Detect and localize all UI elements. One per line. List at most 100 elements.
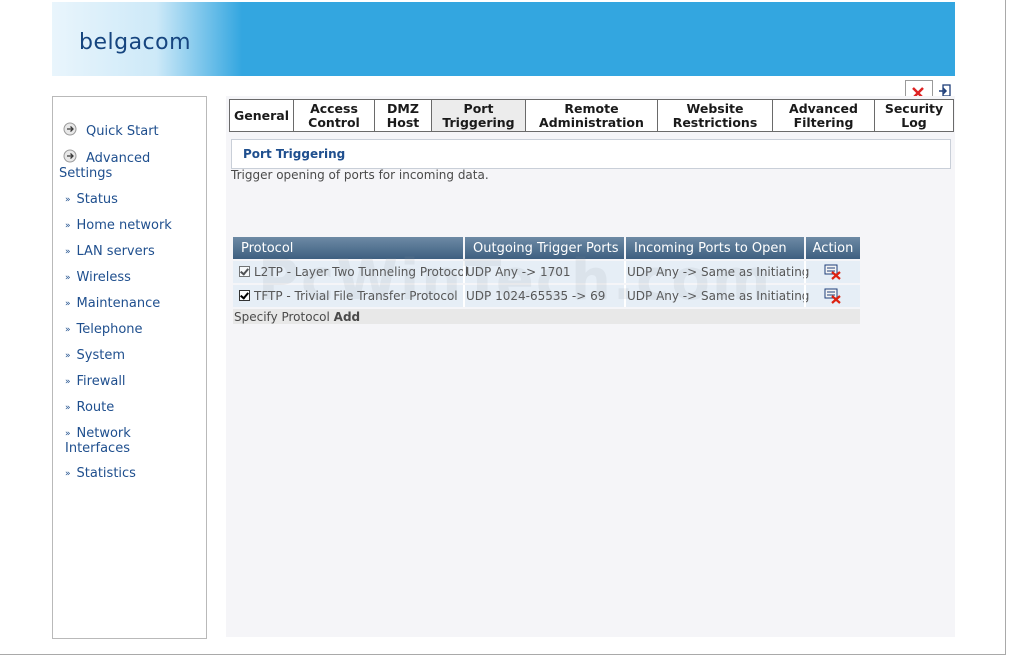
tab-general[interactable]: General: [230, 100, 294, 131]
sidebar-item-statistics[interactable]: » Statistics: [65, 466, 136, 481]
tab-access-control[interactable]: Access Control: [294, 100, 375, 131]
sidebar-quick-start[interactable]: Quick Start: [59, 122, 159, 139]
sidebar-item-label: Wireless: [76, 270, 131, 285]
specify-protocol-label: Specify Protocol: [234, 310, 330, 324]
sidebar-item-wireless[interactable]: » Wireless: [65, 270, 131, 285]
row-incoming: UDP Any -> Same as Initiating: [627, 289, 810, 303]
tab-label: Remote: [564, 100, 619, 116]
column-header-outgoing: Outgoing Trigger Ports: [465, 237, 624, 259]
column-header-label: Incoming Ports to Open: [634, 240, 787, 256]
column-divider: [804, 285, 806, 307]
circle-arrow-icon: [63, 149, 77, 163]
sidebar-item-label: Statistics: [76, 466, 136, 481]
tab-label: Triggering: [442, 114, 515, 130]
delete-row-icon[interactable]: [824, 288, 842, 304]
sidebar-item-label: Telephone: [76, 322, 143, 337]
double-chevron-icon: »: [65, 273, 71, 283]
header-banner: belgacom: [52, 2, 955, 76]
sidebar-item-firewall[interactable]: » Firewall: [65, 374, 126, 389]
tab-label: Website: [686, 100, 744, 116]
double-chevron-icon: »: [65, 469, 71, 479]
row-outgoing: UDP 1024-65535 -> 69: [466, 289, 606, 303]
column-divider: [624, 261, 626, 283]
sidebar-item-label: Interfaces: [65, 441, 130, 456]
double-chevron-icon: »: [65, 377, 71, 387]
row-protocol: L2TP - Layer Two Tunneling Protocol: [254, 265, 469, 279]
row-incoming: UDP Any -> Same as Initiating: [627, 265, 810, 279]
column-header-protocol: Protocol: [233, 237, 463, 259]
sidebar-item-label: Firewall: [76, 374, 126, 389]
sidebar-item-label: Home network: [76, 218, 172, 233]
row-outgoing: UDP Any -> 1701: [466, 265, 571, 279]
table-row: L2TP - Layer Two Tunneling Protocol UDP …: [233, 261, 860, 283]
sidebar-item-label: LAN servers: [76, 244, 155, 259]
sidebar-item-status[interactable]: » Status: [65, 192, 118, 207]
column-header-incoming: Incoming Ports to Open: [626, 237, 804, 259]
sidebar-item-maintenance[interactable]: » Maintenance: [65, 296, 160, 311]
tab-label: Port: [463, 100, 494, 116]
tab-label: Restrictions: [672, 114, 758, 130]
section-header: Port Triggering: [231, 139, 951, 169]
sidebar-item-label: Route: [76, 400, 115, 415]
tab-label: Administration: [539, 114, 644, 130]
sidebar-item-network-interfaces[interactable]: » Network Interfaces: [65, 426, 131, 456]
tab-label: Filtering: [793, 114, 854, 130]
sidebar-item-system[interactable]: » System: [65, 348, 125, 363]
sidebar-item-route[interactable]: » Route: [65, 400, 114, 415]
row-checkbox[interactable]: [239, 290, 250, 301]
sidebar-item-home-network[interactable]: » Home network: [65, 218, 172, 233]
tab-remote-administration[interactable]: Remote Administration: [526, 100, 658, 131]
double-chevron-icon: »: [65, 403, 71, 413]
sidebar-item-label: System: [76, 348, 125, 363]
double-chevron-icon: »: [65, 325, 71, 335]
double-chevron-icon: »: [65, 247, 71, 257]
tab-label: General: [234, 107, 289, 123]
column-divider: [624, 285, 626, 307]
circle-arrow-icon: [63, 122, 77, 136]
add-protocol-link[interactable]: Add: [334, 310, 360, 324]
column-header-action: Action: [806, 237, 860, 259]
tab-label: Host: [386, 114, 420, 130]
window-border-right: [1005, 0, 1006, 655]
brand-logo: belgacom: [79, 30, 192, 55]
tab-label: Control: [308, 114, 360, 130]
sidebar-item-label: Network: [76, 426, 131, 441]
tab-label: Advanced: [789, 100, 858, 116]
column-divider: [804, 261, 806, 283]
double-chevron-icon: »: [65, 429, 71, 439]
double-chevron-icon: »: [65, 195, 71, 205]
sidebar-item-label: Maintenance: [76, 296, 161, 311]
tab-website-restrictions[interactable]: Website Restrictions: [658, 100, 773, 131]
section-description: Trigger opening of ports for incoming da…: [231, 168, 489, 182]
sidebar-item-telephone[interactable]: » Telephone: [65, 322, 143, 337]
sidebar-advanced-settings[interactable]: Advanced Settings: [59, 149, 150, 181]
delete-row-icon[interactable]: [824, 264, 842, 280]
column-header-label: Protocol: [241, 240, 294, 256]
tab-dmz-host[interactable]: DMZ Host: [375, 100, 432, 131]
tab-label: Log: [901, 114, 927, 130]
specify-protocol-text: Specify Protocol Add: [234, 310, 360, 324]
section-title: Port Triggering: [243, 147, 346, 161]
sidebar: Quick Start Advanced Settings » Status » H…: [52, 96, 207, 639]
tab-security-log[interactable]: Security Log: [875, 100, 953, 131]
column-divider: [463, 285, 465, 307]
table-row: TFTP - Trivial File Transfer Protocol UD…: [233, 285, 860, 307]
tab-label: DMZ: [387, 100, 419, 116]
row-protocol: TFTP - Trivial File Transfer Protocol: [254, 289, 458, 303]
tab-advanced-filtering[interactable]: Advanced Filtering: [773, 100, 875, 131]
sidebar-item-label: Status: [76, 192, 118, 207]
column-divider: [463, 261, 465, 283]
double-chevron-icon: »: [65, 299, 71, 309]
double-chevron-icon: »: [65, 351, 71, 361]
double-chevron-icon: »: [65, 221, 71, 231]
sidebar-item-lan-servers[interactable]: » LAN servers: [65, 244, 155, 259]
tab-label: Security: [884, 100, 944, 116]
tab-label: Access: [310, 100, 358, 116]
window-border-bottom: [0, 654, 1006, 655]
column-header-label: Action: [812, 240, 854, 256]
sidebar-advanced-label-2: Settings: [59, 166, 113, 181]
tab-bar: General Access Control DMZ Host Port Trigge…: [229, 99, 954, 132]
column-header-label: Outgoing Trigger Ports: [473, 240, 619, 256]
row-checkbox[interactable]: [239, 266, 250, 277]
tab-port-triggering[interactable]: Port Triggering: [432, 100, 526, 131]
